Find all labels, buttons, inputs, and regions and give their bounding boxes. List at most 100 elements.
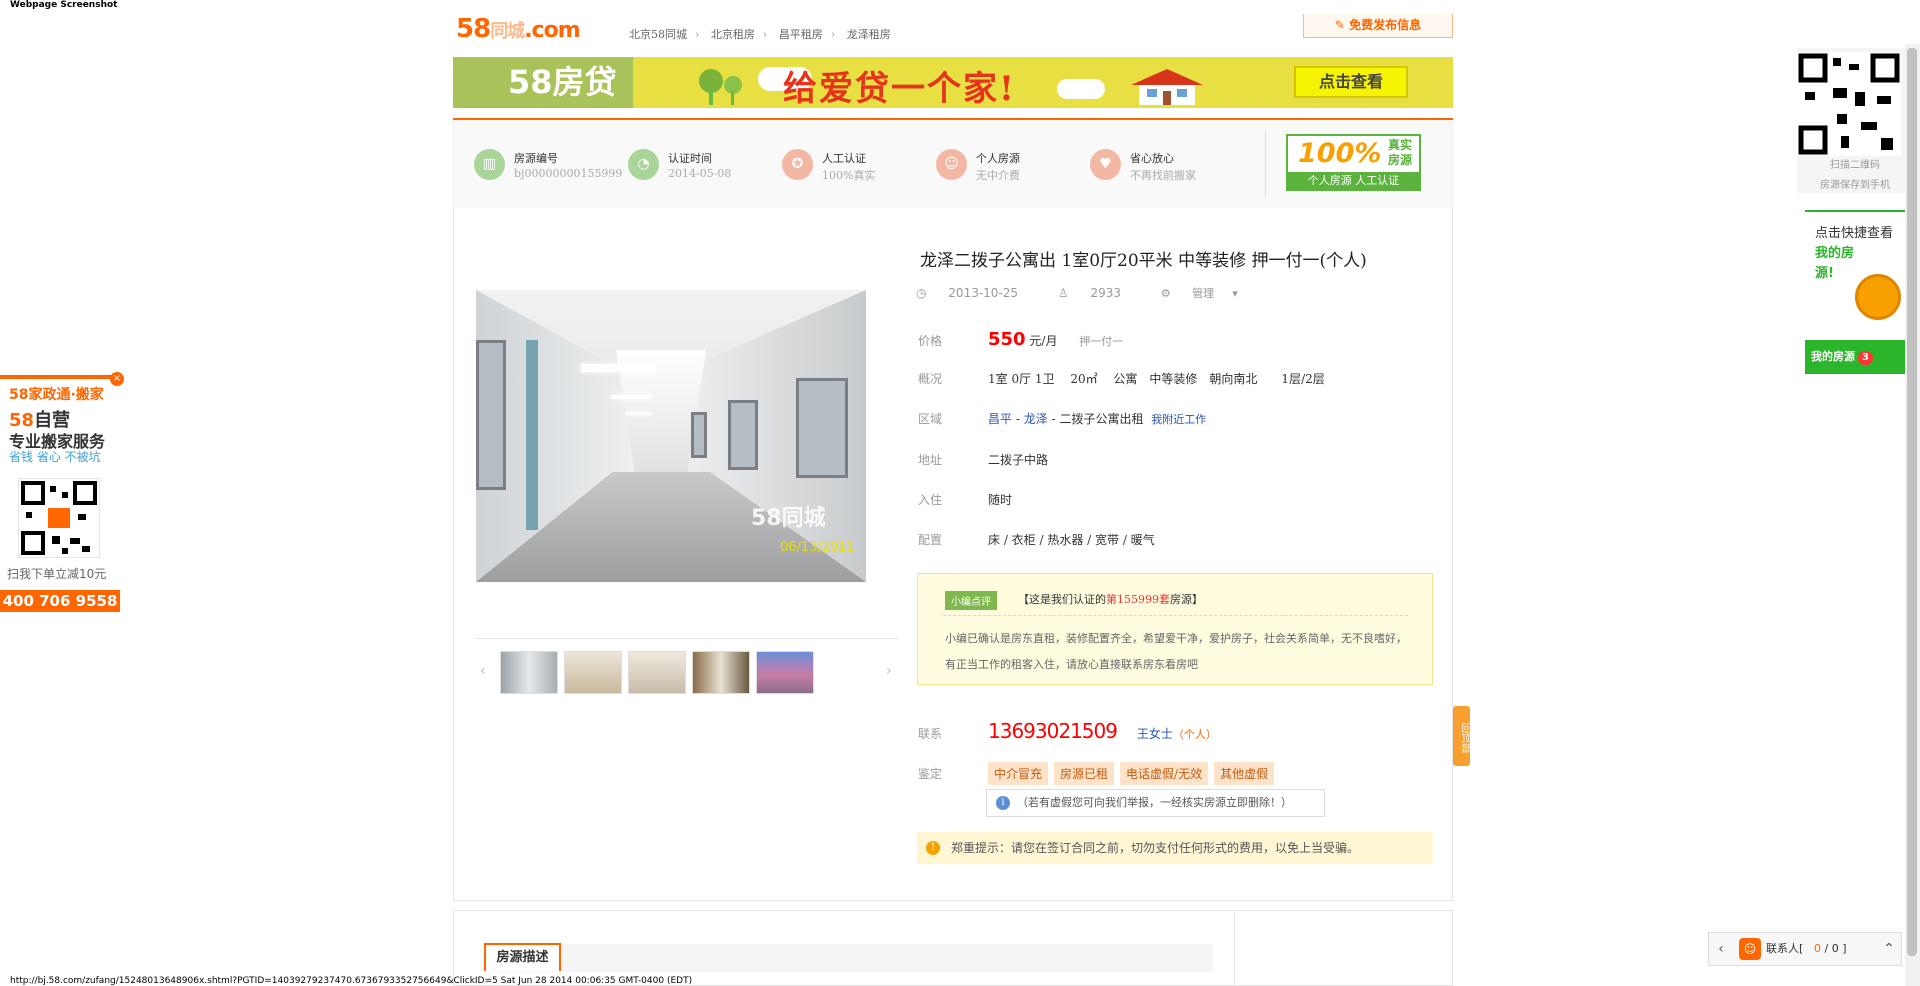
chevron-down-icon: ▾ [1232,287,1238,300]
banner-cta-button[interactable]: 点击查看 [1294,66,1408,98]
chat-count: 0 / 0 ] [1814,942,1847,955]
area-sub-link[interactable]: 龙泽 [1024,412,1048,426]
chevron-up-icon[interactable]: ⌃ [1877,933,1901,965]
chevron-right-icon: › [695,28,700,41]
back-to-top-button[interactable]: 回顶部 [1453,706,1470,766]
divider [1265,130,1266,196]
report-fake-phone-button[interactable]: 电话虚假/无效 [1120,762,1209,785]
post-date: 2013-10-25 [948,286,1019,300]
photo-thumbnail[interactable] [756,651,814,694]
smiley-icon [1855,274,1901,320]
post-listing-button[interactable]: ✎ 免费发布信息 [1303,14,1453,38]
feature-value: bj00000000155999 [514,167,623,180]
photo-thumbnail-strip: ‹ › [476,651,898,695]
my-listings-panel[interactable]: 点击快捷查看 我的房 源! 我的房源 3 [1805,210,1905,374]
feature-value: 2014-05-08 [668,167,732,180]
price-value: 550 [988,329,1026,350]
award-icon: ✪ [782,149,813,180]
close-icon[interactable]: × [110,372,124,386]
breadcrumb: 北京58同城 › 北京租房 › 昌平租房 › 龙泽租房 [629,26,891,42]
description-tab-bar [484,944,1213,972]
nearby-work-link[interactable]: 我附近工作 [1151,413,1206,426]
price-row: 价格 550 元/月 押一付一 [918,329,1123,350]
scrollbar-thumb[interactable] [1907,48,1917,956]
verify-label: 鉴定 [918,767,943,781]
tab-description[interactable]: 房源描述 [484,943,561,971]
scrollbar[interactable] [1905,44,1920,986]
chevron-left-icon[interactable]: ‹ [480,663,486,679]
building-icon: ▥ [474,149,505,180]
feature-peace-of-mind: ♥ 省心放心 不再找前搬家 [1090,147,1240,187]
photo-thumbnail[interactable] [500,651,558,694]
feature-value: 无中介费 [976,169,1020,182]
user-icon: ♙ [1057,286,1073,300]
price-label: 价格 [918,334,943,348]
my-listings-count: 3 [1858,351,1873,365]
report-rented-button[interactable]: 房源已租 [1054,762,1115,785]
report-hint: i （若有虚假您可向我们举报，一经核实房源立即删除！） [986,789,1325,817]
info-icon: i [996,796,1010,810]
divider [943,615,1408,616]
ad-phone[interactable]: 400 706 9558 [0,590,120,612]
ad-line1: 58家政通·搬家 [9,387,104,403]
edit-icon: ✎ [1334,18,1350,32]
area-district-link[interactable]: 昌平 [988,412,1012,426]
move-in-row: 入住 随时 [918,491,1012,508]
feature-title: 认证时间 [668,152,712,165]
manage-menu[interactable]: ⚙ 管理 ▾ [1161,287,1256,300]
photo-thumbnail[interactable] [628,651,686,694]
breadcrumb-item-district[interactable]: 昌平租房 [779,28,823,41]
area-name: 二拨子公寓出租 [1059,412,1144,426]
editor-review-body: 小编已确认是房东直租，装修配置齐全，希望爱干净，爱护房子，社会关系简单，无不良嗜… [945,632,1407,671]
breadcrumb-item-city[interactable]: 北京58同城 [629,28,687,41]
clock-icon: ◔ [628,149,659,180]
qr-code-icon[interactable] [1797,52,1901,156]
feature-listing-id: ▥ 房源编号 bj00000000155999 [474,147,624,187]
contact-phone[interactable]: 13693021509 [988,719,1118,743]
contact-name[interactable]: 王女士 [1137,727,1173,741]
moving-service-ad[interactable]: × 58家政通·搬家 58自营 专业搬家服务 省钱 省心 不被坑 扫我下单立减1… [0,372,124,612]
photo-thumbnail[interactable] [564,651,622,694]
chevron-left-icon[interactable]: ‹ [1709,933,1733,965]
ad-scan-text: 扫我下单立减10元 [7,567,107,581]
area-label: 区域 [918,412,943,426]
site-logo[interactable]: 58同城.com [456,14,602,44]
cloud-icon [1057,79,1105,99]
listing-photo[interactable]: 58同城 06/13/2011 [476,290,866,582]
chevron-right-icon: › [762,28,768,41]
photo-thumbnail[interactable] [692,651,750,694]
area-row: 区域 昌平 - 龙泽 - 二拨子公寓出租 我附近工作 [918,412,1207,426]
feature-certified-time: ◔ 认证时间 2014-05-08 [628,147,778,187]
divider [1234,912,1235,986]
screenshot-caption: Webpage Screenshot [10,0,118,10]
gear-icon: ⚙ [1160,287,1175,300]
report-agent-button[interactable]: 中介冒充 [988,762,1049,785]
verify-row: 鉴定 中介冒充 房源已租 电话虚假/无效 其他虚假 [918,762,1280,785]
address-label: 地址 [918,453,943,467]
my-listings-button[interactable]: 我的房源 3 [1805,340,1905,374]
logo-number: 58 [456,14,491,44]
chevron-right-icon[interactable]: › [886,663,892,679]
feature-personal-listing: ☺ 个人房源 无中介费 [936,147,1086,187]
overview-row: 概况 1室 0厅 1卫 20㎡ 公寓 中等装修 朝向南北 1层/2层 [918,370,1325,387]
badge-percent: 100% [1298,138,1382,169]
photo-watermark: 58同城 [751,506,826,531]
overview-value: 1室 0厅 1卫 20㎡ 公寓 中等装修 朝向南北 1层/2层 [988,372,1325,386]
breadcrumb-item-area[interactable]: 龙泽租房 [847,28,891,41]
report-other-button[interactable]: 其他虚假 [1214,762,1275,785]
listing-meta: ◷ 2013-10-25 ♙ 2933 ⚙ 管理 ▾ [916,285,1274,301]
contacts-chat-bar[interactable]: ‹ ☺ 联系人[ 0 / 0 ] ⌃ [1708,932,1902,966]
overview-label: 概况 [918,372,943,386]
divider [0,375,115,379]
config-value: 床 / 衣柜 / 热水器 / 宽带 / 暖气 [988,533,1155,547]
move-in-label: 入住 [918,493,943,507]
feature-value: 不再找前搬家 [1130,169,1196,182]
move-in-value: 随时 [988,493,1013,507]
photo-date: 06/13/2011 [780,540,855,555]
chevron-right-icon: › [830,28,836,41]
contact-type: （个人） [1172,728,1217,741]
chat-label: 联系人[ [1766,942,1804,955]
banner-brand: 58房贷 [453,57,633,108]
breadcrumb-item-rent[interactable]: 北京租房 [711,28,755,41]
mortgage-banner[interactable]: 58房贷 给爱贷一个家! 点击查看 [453,57,1453,108]
